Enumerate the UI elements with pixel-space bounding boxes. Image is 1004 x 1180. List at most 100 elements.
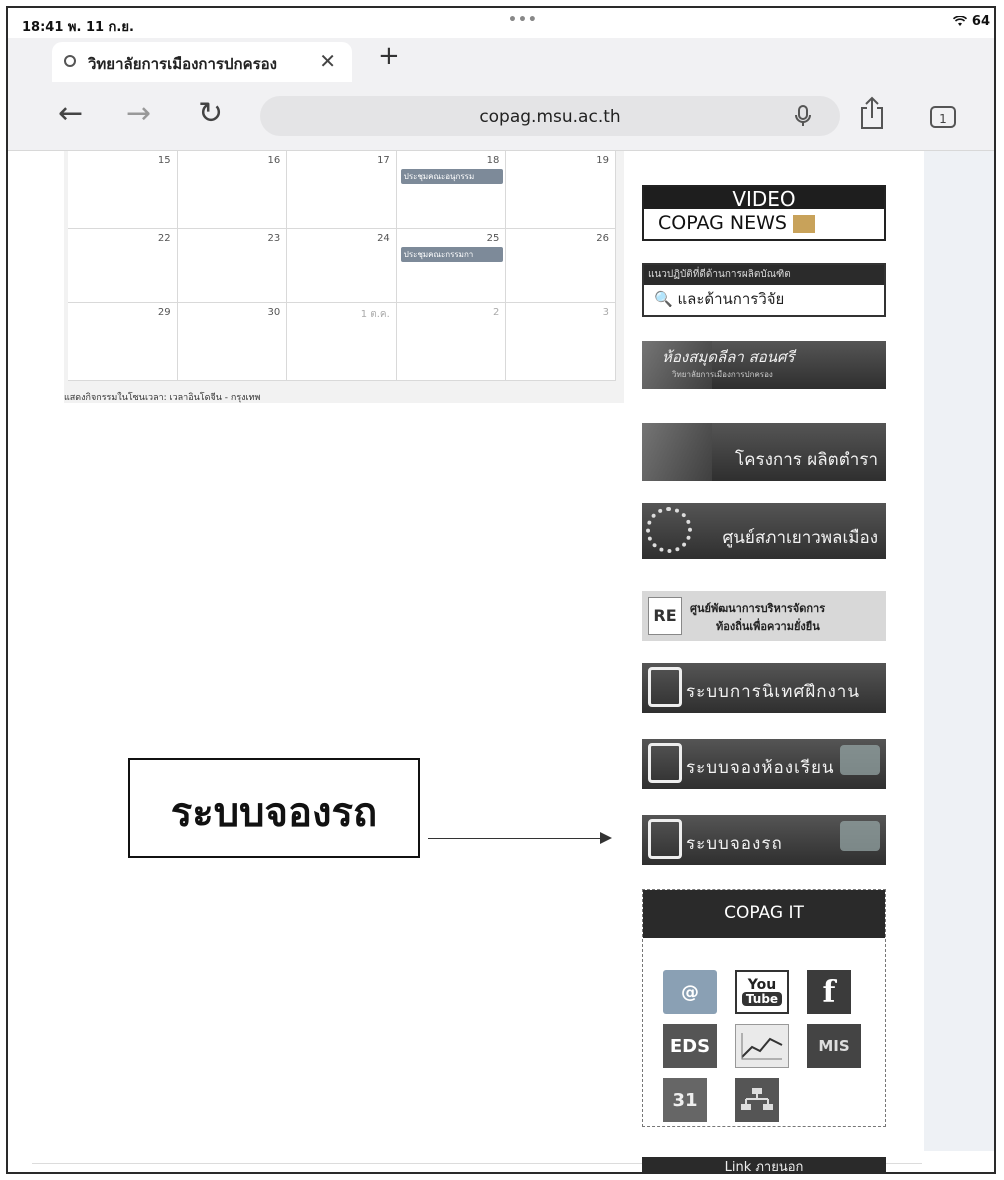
address-bar[interactable]: copag.msu.ac.th: [260, 96, 840, 136]
share-icon[interactable]: [858, 96, 886, 130]
day-number: 30: [267, 307, 281, 318]
browser-tab[interactable]: วิทยาลัยการเมืองการปกครอง ✕: [52, 42, 352, 82]
calendar-event[interactable]: ประชุมคณะอนุกรรม: [400, 169, 504, 184]
day-number: 26: [596, 233, 609, 244]
van-icon: [840, 821, 880, 851]
calendar-event[interactable]: ประชุมคณะกรรมกา: [400, 247, 504, 262]
day-number: 24: [377, 233, 390, 244]
calendar-day[interactable]: 24: [287, 229, 397, 303]
local-line1: ศูนย์พัฒนาการบริหารจัดการ: [690, 602, 826, 615]
calendar-day[interactable]: 26: [506, 229, 616, 303]
good-practice-subtitle: 🔍 และด้านการวิจัย: [644, 285, 884, 313]
tab-title[interactable]: วิทยาลัยการเมืองการปกครอง: [88, 52, 308, 76]
youth-citizen-banner[interactable]: ศูนย์สภาเยาวพลเมือง: [642, 503, 886, 559]
browser-toolbar: ← → ↻ copag.msu.ac.th 1: [8, 82, 994, 151]
external-links-banner[interactable]: Link ภายนอก: [642, 1157, 886, 1172]
internship-system-banner[interactable]: ระบบการนิเทศฝึกงาน: [642, 663, 886, 713]
org-chart-icon[interactable]: [735, 1078, 779, 1122]
calendar-day[interactable]: 30: [177, 303, 288, 381]
mis-icon[interactable]: MIS: [807, 1024, 861, 1068]
url-text[interactable]: copag.msu.ac.th: [260, 107, 840, 127]
arrow-head-icon: [600, 832, 612, 844]
day-number: 29: [157, 307, 171, 318]
calendar-day[interactable]: 25 ประชุมคณะกรรมกา: [396, 229, 507, 303]
day-number: 18: [486, 155, 500, 166]
forward-button[interactable]: →: [126, 96, 151, 131]
touch-screen-icon: [648, 819, 682, 859]
calendar-day[interactable]: 2: [396, 303, 507, 381]
day-number: 3: [602, 307, 609, 318]
new-tab-button[interactable]: +: [378, 41, 400, 71]
globe-icon: [64, 55, 76, 67]
status-bar: 18:41 พ. 11 ก.ย. ••• 64: [8, 8, 994, 38]
calendar-day[interactable]: 18 ประชุมคณะอนุกรรม: [396, 151, 507, 229]
close-tab-button[interactable]: ✕: [319, 49, 336, 73]
annotation-label: ระบบจองรถ: [170, 789, 378, 836]
internship-label: ระบบการนิเทศฝึกงาน: [686, 682, 860, 702]
touch-screen-icon: [648, 667, 682, 707]
day-number: 25: [486, 233, 500, 244]
page-gutter: [924, 151, 994, 1151]
microphone-icon[interactable]: [792, 104, 814, 128]
day-number: 23: [267, 233, 281, 244]
web-page: 15 16 17 18 ประชุมคณะอนุกรรม 19 22 23 24 …: [8, 151, 994, 1172]
timezone-note: แสดงกิจกรรมในโซนเวลา: เวลาอินโดจีน - กรุ…: [64, 393, 261, 403]
magnifier-icon: 🔍: [654, 290, 678, 308]
chart-icon[interactable]: [735, 1024, 789, 1068]
calendar-day[interactable]: 23: [177, 229, 288, 303]
annotation-arrow: [428, 838, 600, 839]
people-circle-icon: [646, 507, 692, 553]
screenshot-frame: 18:41 พ. 11 ก.ย. ••• 64 วิทยาลัยการเมือง…: [6, 6, 996, 1174]
video-news-banner[interactable]: VIDEO COPAG NEWS: [642, 185, 886, 241]
annotation-callout: ระบบจองรถ: [128, 758, 420, 858]
good-practice-banner[interactable]: แนวปฏิบัติที่ดีด้านการผลิตบัณฑิต 🔍 และด้…: [642, 263, 886, 317]
day-number: 2: [493, 307, 500, 318]
room-booking-label: ระบบจองห้องเรียน: [686, 758, 835, 778]
calendar-day[interactable]: 1 ต.ค.: [287, 303, 397, 381]
youtube-tube: Tube: [741, 992, 783, 1006]
status-time: 18:41 พ. 11 ก.ย.: [22, 20, 134, 35]
touch-screen-icon: [648, 743, 682, 783]
day-number: 19: [596, 155, 609, 166]
book-stack-icon: [642, 423, 712, 481]
calendar-icon[interactable]: 31: [663, 1078, 707, 1122]
rec-logo-icon: RE: [648, 597, 682, 635]
facebook-icon[interactable]: f: [807, 970, 851, 1014]
calendar-day[interactable]: 3: [506, 303, 616, 381]
calendar-day[interactable]: 17: [287, 151, 397, 229]
copag-it-panel: COPAG IT @ You Tube f EDS MIS 31: [642, 889, 886, 1127]
eds-icon[interactable]: EDS: [663, 1024, 717, 1068]
calendar-day[interactable]: 29: [68, 303, 178, 381]
car-booking-banner[interactable]: ระบบจองรถ: [642, 815, 886, 865]
clapperboard-icon: [792, 214, 815, 233]
battery-level: 64: [971, 14, 990, 29]
day-number: 22: [157, 233, 171, 244]
calendar-day[interactable]: 16: [177, 151, 288, 229]
youtube-you: You: [747, 977, 777, 993]
tab-overview-button[interactable]: 1: [930, 106, 956, 128]
textbook-project-banner[interactable]: โครงการ ผลิตตำรา: [642, 423, 886, 481]
reload-button[interactable]: ↻: [198, 96, 223, 131]
video-news-label: COPAG NEWS: [644, 209, 884, 237]
day-number: 16: [267, 155, 281, 166]
local-governance-banner[interactable]: RE ศูนย์พัฒนาการบริหารจัดการ ท้องถิ่นเพื…: [642, 591, 886, 641]
library-banner[interactable]: ห้องสมุดลีลา สอนศรี วิทยาลัยการเมืองการป…: [642, 341, 886, 389]
room-booking-banner[interactable]: ระบบจองห้องเรียน: [642, 739, 886, 789]
calendar-day[interactable]: 15: [68, 151, 178, 229]
tab-strip: วิทยาลัยการเมืองการปกครอง ✕ +: [8, 38, 994, 82]
calendar-day[interactable]: 19: [506, 151, 616, 229]
multitask-dots[interactable]: •••: [508, 12, 538, 28]
status-right: 64: [953, 14, 990, 29]
copag-it-title: COPAG IT: [643, 890, 885, 938]
back-button[interactable]: ←: [58, 96, 83, 131]
email-icon[interactable]: @: [663, 970, 717, 1014]
wifi-icon: [953, 14, 972, 29]
day-number: 17: [377, 155, 390, 166]
video-label: VIDEO: [644, 187, 884, 211]
calendar-day[interactable]: 22: [68, 229, 178, 303]
youtube-icon[interactable]: You Tube: [735, 970, 789, 1014]
day-number: 1 ต.ค.: [360, 309, 390, 320]
library-subtitle: วิทยาลัยการเมืองการปกครอง: [672, 370, 773, 379]
good-practice-title: แนวปฏิบัติที่ดีด้านการผลิตบัณฑิต: [644, 265, 884, 285]
local-line2: ท้องถิ่นเพื่อความยั่งยืน: [716, 620, 820, 633]
